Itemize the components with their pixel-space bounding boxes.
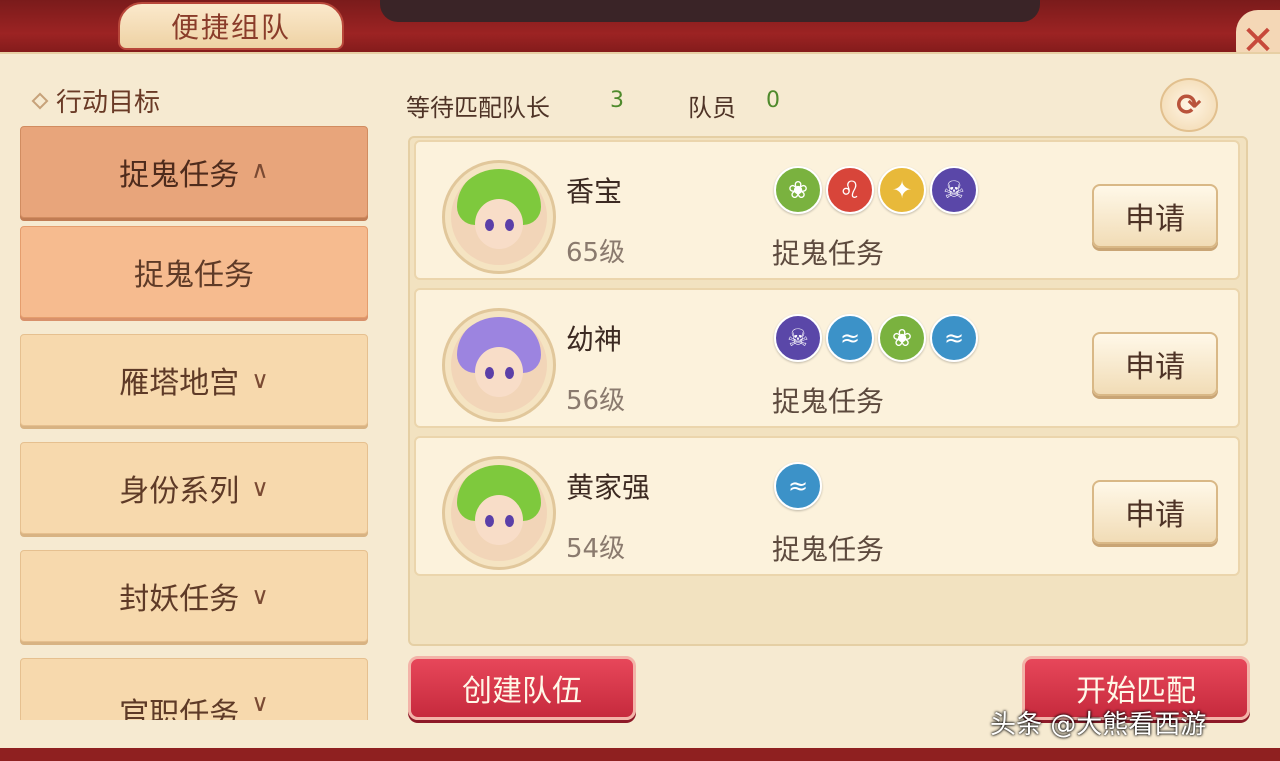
- lion-icon: ♌: [826, 166, 874, 214]
- member-count: 0: [766, 88, 780, 113]
- sidebar-item-label: 身份系列: [119, 474, 240, 509]
- page-title: 便捷组队: [170, 11, 291, 44]
- diamond-icon: [31, 92, 49, 109]
- dragon-icon: ≈: [774, 462, 822, 510]
- sidebar-list[interactable]: 捉鬼任务 ∨ 捉鬼任务 雁塔地宫 ∨ 身份系列 ∨ 封妖任务 ∨ 官职任务 ∨: [20, 126, 368, 720]
- apply-button-label: 申请: [1125, 498, 1185, 533]
- sidebar-item-label: 雁塔地宫: [119, 366, 240, 401]
- avatar: [442, 160, 556, 274]
- player-name: 幼神: [566, 323, 623, 356]
- chevron-down-icon: ∨: [251, 582, 269, 610]
- team-task: 捉鬼任务: [772, 237, 885, 270]
- sidebar-item-label: 封妖任务: [119, 582, 240, 617]
- lotus-icon: ❀: [774, 166, 822, 214]
- player-name: 黄家强: [566, 471, 651, 504]
- team-task: 捉鬼任务: [772, 533, 885, 566]
- sidebar-item-shenfen[interactable]: 身份系列 ∨: [20, 442, 368, 534]
- refresh-button[interactable]: ⟳: [1160, 78, 1218, 132]
- apply-button[interactable]: 申请: [1092, 480, 1218, 544]
- sidebar-item-guanzhi[interactable]: 官职任务 ∨: [20, 658, 368, 720]
- dragon-icon: ≈: [930, 314, 978, 362]
- leader-count: 3: [610, 88, 624, 113]
- sidebar-item-zhuogui-group[interactable]: 捉鬼任务 ∨: [20, 126, 368, 218]
- refresh-icon: ⟳: [1176, 87, 1202, 123]
- chevron-up-icon: ∨: [251, 158, 269, 186]
- apply-button[interactable]: 申请: [1092, 332, 1218, 396]
- apply-button-label: 申请: [1125, 202, 1185, 237]
- watermark: 头条 @大熊看西游: [990, 710, 1207, 740]
- sidebar-item-zhuogui[interactable]: 捉鬼任务: [20, 226, 368, 318]
- player-level: 65级: [566, 238, 626, 268]
- dragon-icon: ≈: [826, 314, 874, 362]
- apply-button[interactable]: 申请: [1092, 184, 1218, 248]
- avatar-portrait: [451, 317, 547, 413]
- sidebar-item-label: 官职任务: [119, 697, 240, 720]
- sidebar-item-yanta[interactable]: 雁塔地宫 ∨: [20, 334, 368, 426]
- skull-icon: ☠: [930, 166, 978, 214]
- sidebar-title: 行动目标: [31, 82, 161, 119]
- top-bar-scene: [380, 0, 1040, 22]
- sidebar-item-label: 捉鬼任务: [134, 258, 254, 293]
- avatar-portrait: [451, 465, 547, 561]
- school-badges: ≈: [774, 462, 822, 510]
- avatar: [442, 456, 556, 570]
- sword-icon: ✦: [878, 166, 926, 214]
- leader-count-label: 等待匹配队长: [406, 94, 550, 122]
- school-badges: ❀ ♌ ✦ ☠: [774, 166, 978, 214]
- create-team-label: 创建队伍: [462, 674, 582, 709]
- lotus-icon: ❀: [878, 314, 926, 362]
- avatar-portrait: [451, 169, 547, 265]
- chevron-down-icon: ∨: [251, 366, 269, 394]
- chevron-down-icon: ∨: [251, 474, 269, 502]
- apply-button-label: 申请: [1125, 350, 1185, 385]
- school-badges: ☠ ≈ ❀ ≈: [774, 314, 978, 362]
- member-count-label: 队员: [688, 94, 736, 122]
- bottom-border: [0, 748, 1280, 761]
- skull-icon: ☠: [774, 314, 822, 362]
- player-level: 56级: [566, 386, 626, 416]
- sidebar-item-fengyao[interactable]: 封妖任务 ∨: [20, 550, 368, 642]
- sidebar-item-label: 捉鬼任务: [119, 158, 240, 193]
- sidebar-title-label: 行动目标: [56, 88, 161, 118]
- title-plate: 便捷组队: [118, 2, 344, 50]
- team-card: 幼神 56级 ☠ ≈ ❀ ≈ 捉鬼任务 申请: [414, 288, 1240, 428]
- team-card: 黄家强 54级 ≈ 捉鬼任务 申请: [414, 436, 1240, 576]
- create-team-button[interactable]: 创建队伍: [408, 656, 636, 720]
- team-task: 捉鬼任务: [772, 385, 885, 418]
- avatar: [442, 308, 556, 422]
- player-level: 54级: [566, 534, 626, 564]
- chevron-down-icon: ∨: [251, 689, 269, 717]
- team-card: 香宝 65级 ❀ ♌ ✦ ☠ 捉鬼任务 申请: [414, 140, 1240, 280]
- player-name: 香宝: [566, 175, 623, 208]
